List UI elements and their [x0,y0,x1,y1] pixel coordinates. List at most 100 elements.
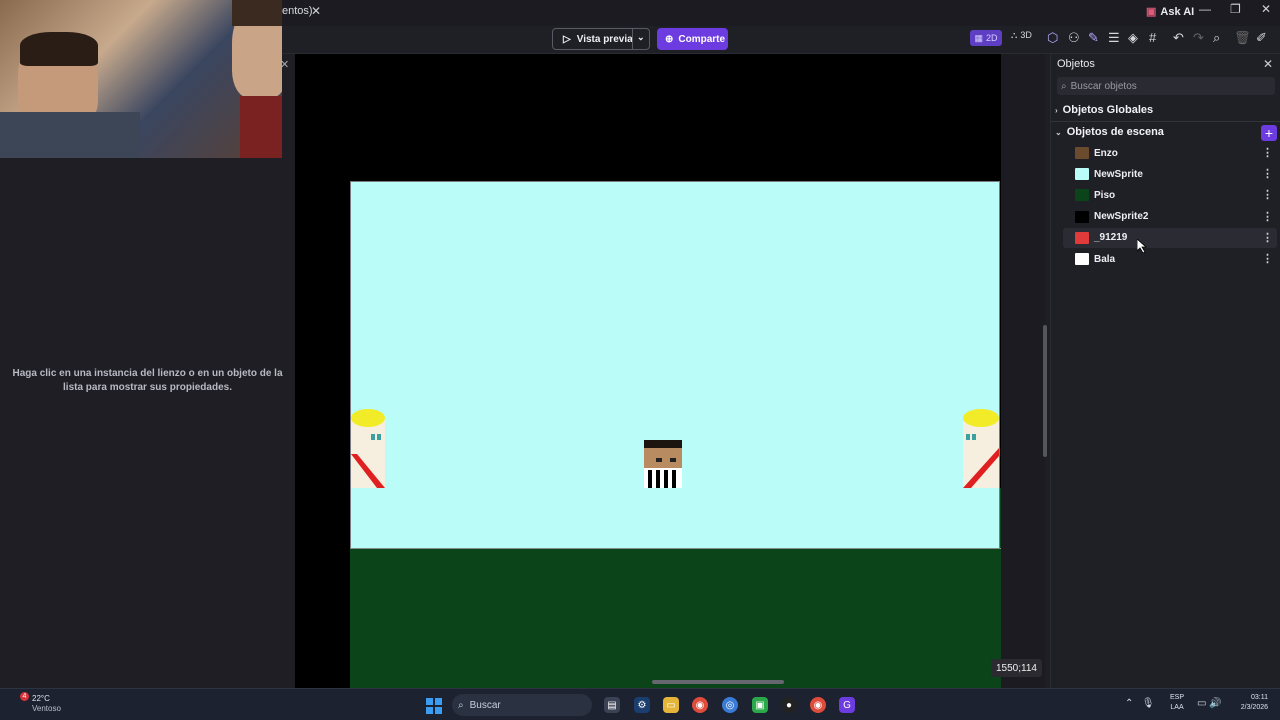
undo-icon[interactable]: ↶ [1173,30,1184,46]
app-window: entos) ✕ ▣ Ask AI — ❐ ✕ ▷ Vista previa ⌄… [0,0,1280,720]
preview-label: Vista previa [576,33,633,45]
close-icon[interactable]: ✕ [1263,57,1273,71]
browser-icon[interactable]: ◎ [722,697,738,713]
object-row-enzo[interactable]: Enzo ⋮ [1063,143,1277,163]
instances-list-icon[interactable]: ☰ [1108,30,1120,46]
delete-icon[interactable]: 🗑 [1234,30,1251,46]
taskbar-search[interactable]: ⌕ Buscar [452,694,592,716]
language-code: ESP [1170,694,1185,701]
global-objects-section[interactable]: › Objetos Globales [1055,104,1153,116]
windows-taskbar: 22°C Ventoso 4 ⌕ Buscar ▤ ⚙ ▭ ◉ ◎ ▣ ● ◉ … [0,688,1280,720]
close-tab-icon[interactable]: ✕ [311,4,321,18]
search-placeholder: Buscar objetos [1070,80,1137,92]
scene-tab-label[interactable]: entos) [282,5,313,17]
system-tray[interactable]: ⌃ 🎙 [1125,698,1154,709]
mode-2d-button[interactable]: ▦ 2D [970,30,1002,46]
scene-border-line [350,548,1001,549]
hair-left [20,32,98,66]
preview-button[interactable]: ▷ Vista previa ⌄ [552,28,650,50]
edit-scene-icon[interactable]: ✐ [1256,30,1267,46]
clock[interactable]: 03:11 2/3/2026 [1230,693,1268,713]
shirt-right [240,96,282,158]
mouse-cursor-icon [1137,239,1147,253]
mode-3d-button[interactable]: ⛬ 3D [1011,30,1032,41]
file-explorer-icon[interactable]: ▭ [663,697,679,713]
object-thumbnail [1075,189,1089,202]
windows-start-icon[interactable] [426,698,442,714]
horizontal-scrollbar[interactable] [652,680,784,684]
character-left-sprite[interactable] [351,408,387,488]
mode-3d-label: 3D [1020,30,1032,40]
object-row-piso[interactable]: Piso ⋮ [1063,185,1277,205]
steam-icon[interactable]: ⚙ [634,697,650,713]
global-objects-label: Objetos Globales [1062,104,1154,116]
weather-condition: Ventoso [32,704,61,713]
character-right-sprite[interactable] [961,408,1001,488]
more-options-icon[interactable]: ⋮ [1262,146,1273,159]
game-app-icon[interactable]: ▣ [752,697,768,713]
object-name: NewSprite [1094,168,1143,180]
object-name: Bala [1094,253,1116,265]
hair-right [232,0,282,26]
shirt-left [0,112,140,158]
divider [1051,121,1280,122]
notification-badge: 4 [20,692,29,701]
cursor-coordinates: 1550;114 [991,659,1042,677]
chrome-profile-icon[interactable]: ◉ [810,697,826,713]
redo-icon[interactable]: ↷ [1193,30,1204,46]
mode-2d-label: 2D [986,33,998,43]
object-thumbnail [1075,168,1089,181]
object-row-bala[interactable]: Bala ⋮ [1063,249,1277,269]
chevron-down-icon[interactable]: ⌄ [637,32,645,43]
scene-viewport[interactable] [350,181,1000,549]
add-object-button[interactable]: + [1261,125,1277,141]
object-name: NewSprite2 [1094,211,1149,223]
temperature: 22°C [32,694,50,703]
properties-empty-message: Haga clic en una instancia del lienzo o … [12,368,283,393]
object-row-newsprite2[interactable]: NewSprite2 ⋮ [1063,207,1277,227]
object-icon[interactable]: ⬡ [1047,30,1058,46]
taskbar-search-label: Buscar [469,699,501,711]
object-row-91219[interactable]: _91219 ⋮ [1063,227,1277,248]
task-view-icon[interactable]: ▤ [604,697,620,713]
object-name: Enzo [1094,147,1118,159]
ask-ai-icon: ▣ [1146,6,1157,18]
clock-time: 03:11 [1251,694,1268,701]
chrome-icon[interactable]: ◉ [692,697,708,713]
player-character-sprite[interactable] [642,438,684,488]
more-options-icon[interactable]: ⋮ [1262,188,1273,201]
gdevelop-icon[interactable]: G [839,697,855,713]
scene-objects-section[interactable]: ⌄ Objetos de escena [1055,126,1164,138]
layers-icon[interactable]: ◈ [1128,30,1138,46]
divider [632,29,633,49]
scene-objects-label: Objetos de escena [1066,126,1164,138]
object-thumbnail [1075,231,1089,244]
more-options-icon[interactable]: ⋮ [1262,210,1273,223]
vertical-scrollbar[interactable] [1043,325,1047,457]
properties-icon[interactable]: ✎ [1088,30,1099,46]
floor-sprite[interactable] [351,488,999,548]
search-objects-input[interactable]: ⌕ Buscar objetos [1057,77,1275,95]
more-options-icon[interactable]: ⋮ [1262,167,1273,180]
app-icon[interactable]: ● [781,697,797,713]
cubes-icon: ⛬ [1011,30,1018,40]
grid-toggle-icon[interactable]: # [1149,30,1156,45]
webcam-overlay [0,0,282,158]
chevron-right-icon: › [1055,105,1058,115]
zoom-icon[interactable]: ⌕ [1213,30,1220,46]
object-row-newsprite[interactable]: NewSprite ⋮ [1063,164,1277,184]
share-button[interactable]: ⊕ Comparte [657,28,728,50]
object-thumbnail [1075,210,1089,223]
object-name: Piso [1094,189,1116,201]
more-options-icon[interactable]: ⋮ [1262,231,1273,244]
clock-date: 2/3/2026 [1240,704,1268,711]
ask-ai-label: Ask AI [1160,5,1195,18]
more-options-icon[interactable]: ⋮ [1262,252,1273,265]
language-indicator[interactable]: ESP LAA [1170,693,1184,713]
maximize-icon[interactable]: ❐ [1230,2,1241,16]
object-groups-icon[interactable]: ⚇ [1068,30,1080,46]
minimize-icon[interactable]: — [1199,2,1211,16]
window-close-icon[interactable]: ✕ [1261,2,1271,16]
network-volume-icons[interactable]: ▭ 🔊 [1197,698,1222,709]
ask-ai-button[interactable]: ▣ Ask AI [1146,5,1195,19]
